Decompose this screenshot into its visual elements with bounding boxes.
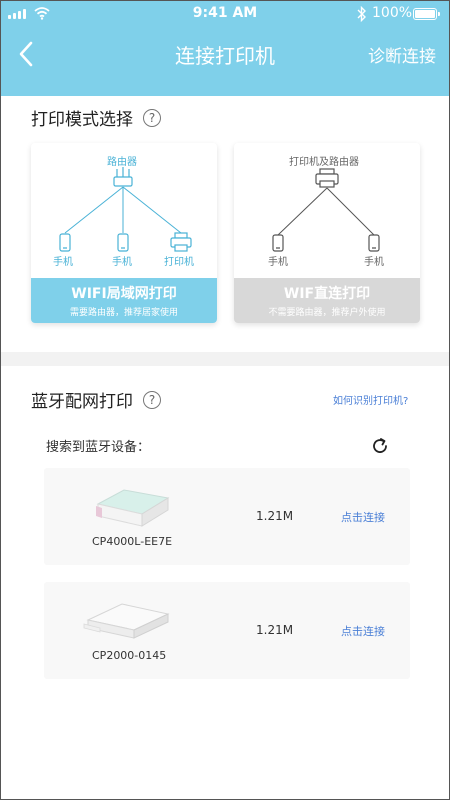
phone-icon xyxy=(59,233,71,252)
printer-router-label: 打印机及路由器 xyxy=(289,157,359,168)
phone-icon xyxy=(368,234,380,252)
header: 9:41 AM 100% 连接打印机 诊断连接 xyxy=(0,0,450,96)
connect-button[interactable]: 点击连接 xyxy=(341,623,385,639)
printer-image-icon xyxy=(96,489,170,527)
direct-mode-footer: WIF直连打印 不需要路由器，推荐户外使用 xyxy=(234,278,420,323)
bluetooth-icon xyxy=(357,6,366,22)
device-size: 1.21M xyxy=(256,509,294,523)
status-bar: 9:41 AM 100% xyxy=(0,0,450,28)
help-icon[interactable]: ? xyxy=(143,390,161,409)
print-mode-label: 打印模式选择 xyxy=(31,110,133,130)
identify-printer-link[interactable]: 如何识别打印机? xyxy=(333,392,408,407)
phone-icon xyxy=(117,233,129,252)
direct-mode-name: WIF直连打印 xyxy=(283,286,371,302)
print-mode-title: 打印模式选择 ? xyxy=(31,105,161,130)
battery-icon xyxy=(413,8,440,20)
printer-icon xyxy=(315,168,339,188)
device-name: CP4000L-EE7E xyxy=(92,535,173,548)
phone-label: 手机 xyxy=(268,257,288,268)
bluetooth-title: 蓝牙配网打印 ? xyxy=(31,387,161,412)
section-divider xyxy=(0,352,450,366)
wifi-mode-footer: WIFI局域网打印 需要路由器，推荐居家使用 xyxy=(31,278,217,323)
direct-mode-card[interactable]: 打印机及路由器 手机 手机 WIF直连打印 不需要路由器，推荐户外使用 xyxy=(234,143,420,323)
diagnose-button[interactable]: 诊断连接 xyxy=(368,42,436,67)
device-card[interactable]: CP4000L-EE7E 1.21M 点击连接 xyxy=(44,468,410,565)
wifi-mode-subtitle: 需要路由器，推荐居家使用 xyxy=(69,308,178,318)
direct-mode-subtitle: 不需要路由器，推荐户外使用 xyxy=(268,308,386,318)
wifi-mode-card[interactable]: 路由器 手机 手机 打印机 WIFI局域网打印 需要路由器，推荐居家使用 xyxy=(31,143,217,323)
phone-label: 手机 xyxy=(364,257,384,268)
help-icon[interactable]: ? xyxy=(143,108,161,127)
bluetooth-label: 蓝牙配网打印 xyxy=(31,392,133,412)
router-label: 路由器 xyxy=(107,157,137,168)
router-icon xyxy=(113,167,133,187)
phone-label: 手机 xyxy=(112,257,132,268)
phone-icon xyxy=(272,234,284,252)
refresh-icon[interactable] xyxy=(370,436,390,456)
wifi-mode-name: WIFI局域网打印 xyxy=(71,286,177,302)
printer-image-icon xyxy=(83,603,170,639)
printer-label: 打印机 xyxy=(164,257,194,268)
device-size: 1.21M xyxy=(256,623,294,637)
printer-icon xyxy=(170,232,192,252)
device-card[interactable]: CP2000-0145 1.21M 点击连接 xyxy=(44,582,410,679)
connect-button[interactable]: 点击连接 xyxy=(341,509,385,525)
found-devices-label: 搜索到蓝牙设备： xyxy=(46,440,151,455)
battery-percent: 100% xyxy=(372,5,413,21)
phone-label: 手机 xyxy=(53,257,73,268)
device-name: CP2000-0145 xyxy=(92,649,167,662)
